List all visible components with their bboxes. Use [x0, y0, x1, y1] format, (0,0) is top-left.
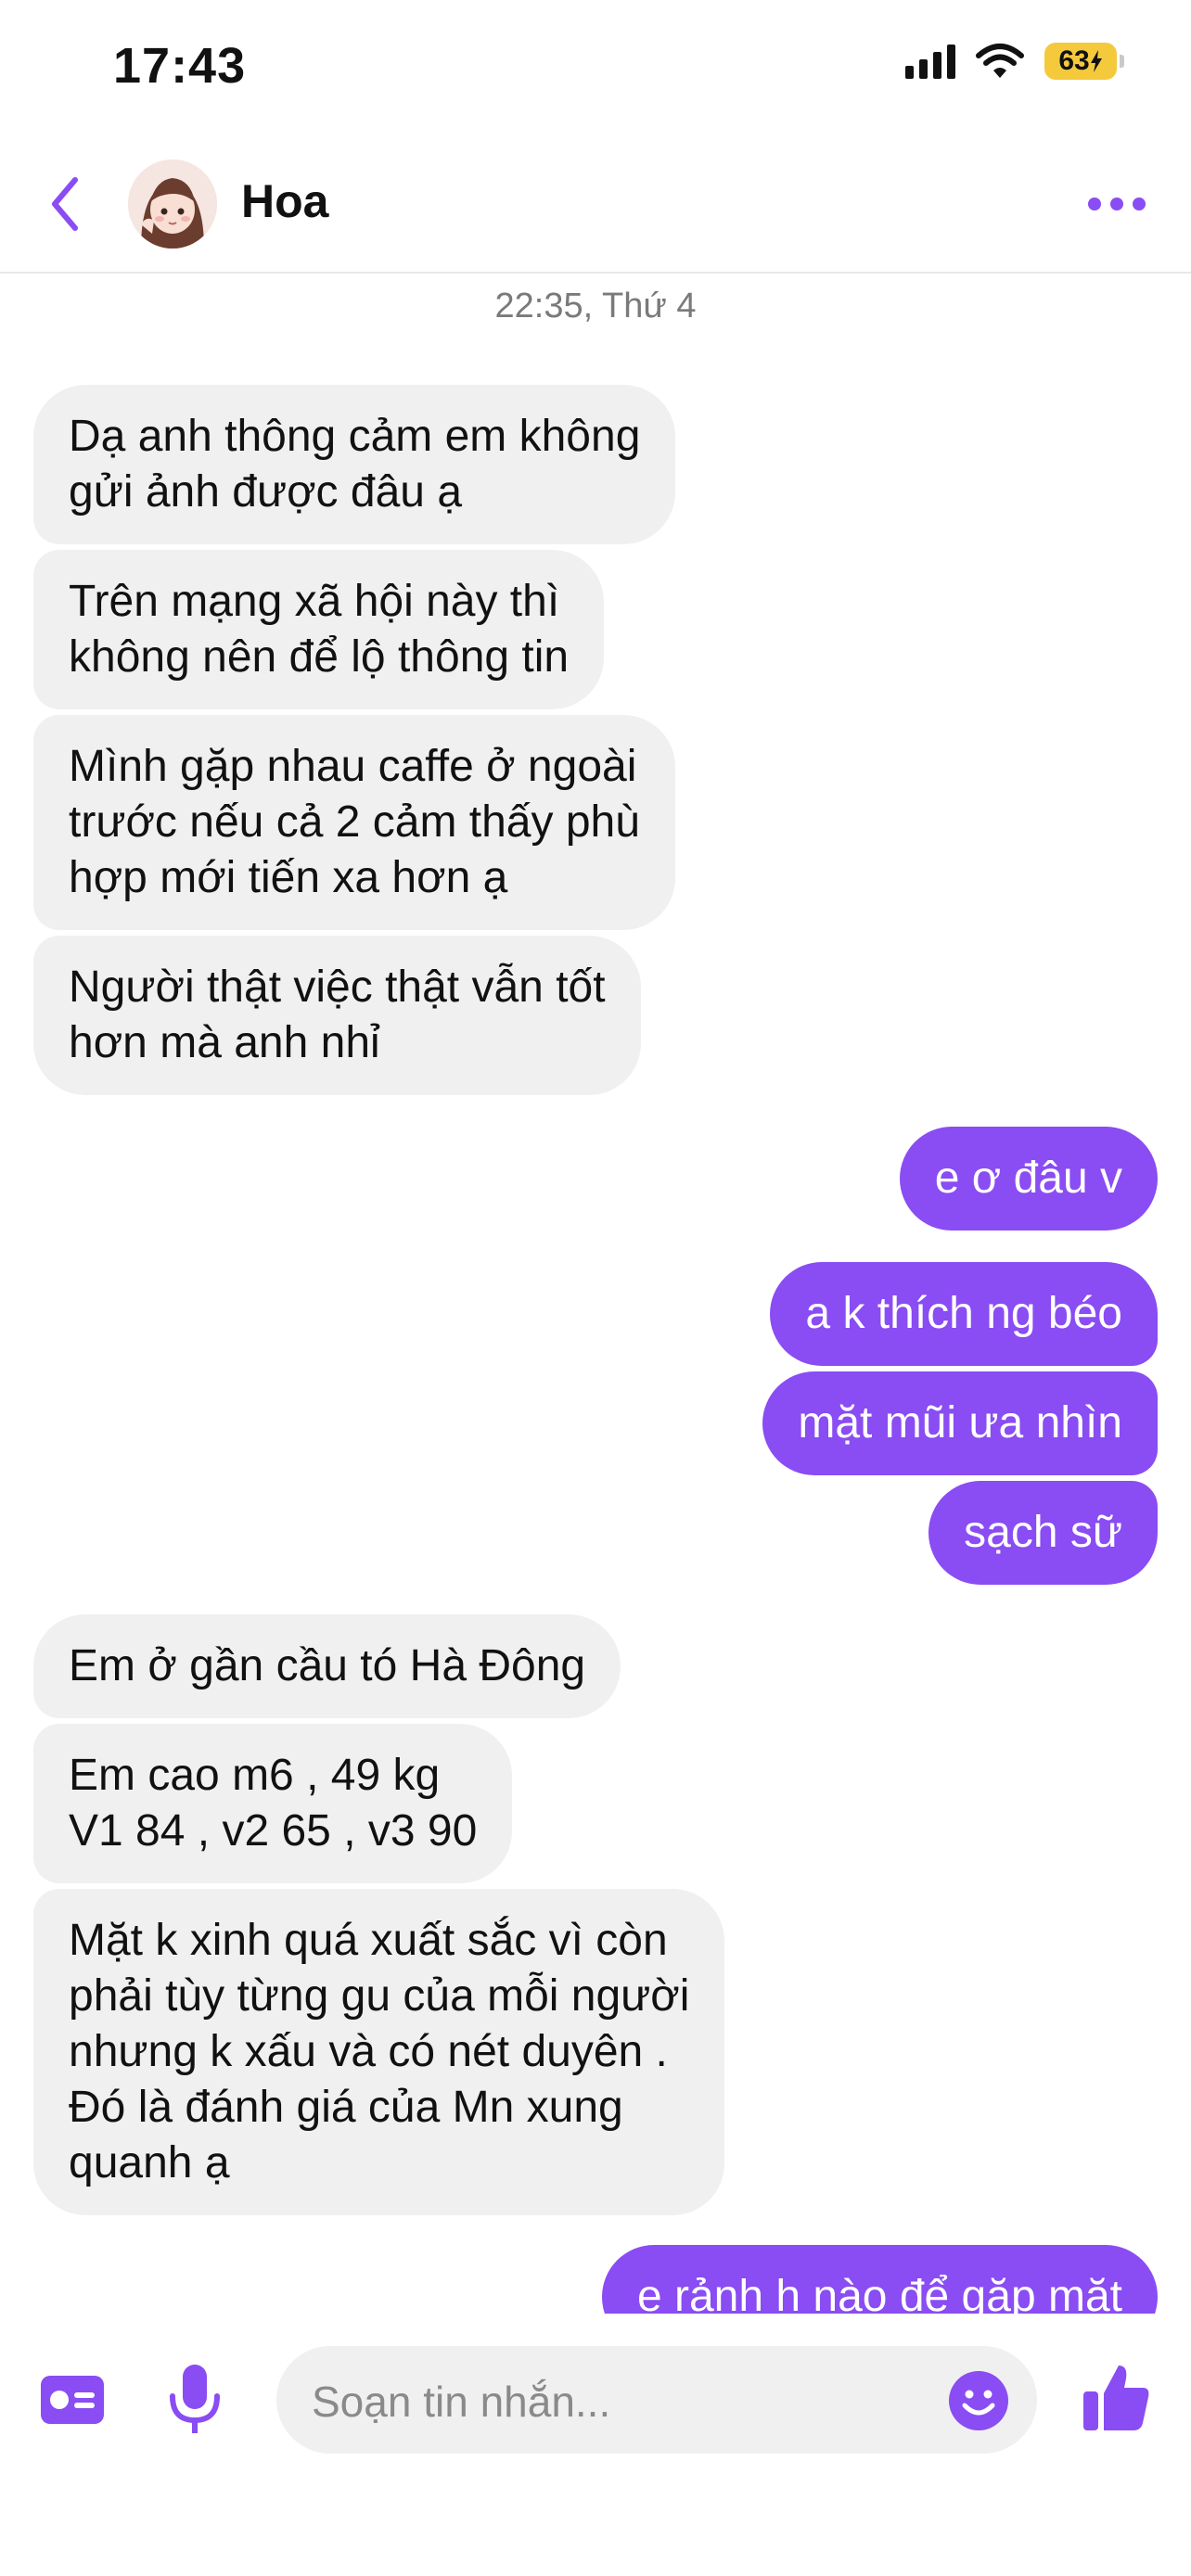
more-dot-icon [1088, 198, 1101, 210]
avatar[interactable] [128, 159, 217, 249]
outgoing-message[interactable]: mặt mũi ưa nhìn [762, 1371, 1158, 1475]
thumbs-up-icon [1083, 2366, 1149, 2430]
microphone-icon [170, 2365, 220, 2433]
thumbs-up-button[interactable] [1078, 2358, 1156, 2436]
battery-level: 63 [1058, 45, 1090, 76]
message-input-container[interactable] [276, 2346, 1037, 2454]
outgoing-message[interactable]: e ơ đâu v [899, 1127, 1158, 1231]
timestamp: 22:35, Thứ 4 [494, 287, 697, 325]
contact-name[interactable]: Hoa [241, 174, 328, 228]
outgoing-message[interactable]: a k thích ng béo [770, 1262, 1158, 1366]
outgoing-message[interactable]: e rảnh h nào để gặp mặt [601, 2245, 1158, 2314]
emoji-icon[interactable] [948, 2370, 1009, 2431]
more-dot-icon [1110, 198, 1123, 210]
message-input[interactable] [312, 2374, 924, 2429]
incoming-message[interactable]: Dạ anh thông cảm em không gửi ảnh được đ… [33, 385, 676, 544]
back-button[interactable] [37, 172, 93, 236]
status-bar: 17:43 63 [0, 0, 1191, 139]
composer-bar [0, 2314, 1191, 2576]
incoming-message[interactable]: Người thật việc thật vẫn tốt hơn mà anh … [33, 936, 641, 1095]
battery-icon: 63 [1044, 43, 1124, 80]
more-options-button[interactable] [1080, 185, 1154, 223]
message-list[interactable]: 22:35, Thứ 4 Dạ anh thông cảm em không g… [0, 275, 1191, 2314]
contact-card-button[interactable] [37, 2365, 108, 2435]
contact-card-icon [41, 2376, 104, 2424]
incoming-message[interactable]: Mặt k xinh quá xuất sắc vì còn phải tùy … [33, 1889, 725, 2215]
wifi-icon [976, 44, 1024, 78]
outgoing-message[interactable]: sạch sữ [928, 1481, 1158, 1585]
incoming-message[interactable]: Em cao m6 , 49 kg V1 84 , v2 65 , v3 90 [33, 1724, 513, 1883]
incoming-message[interactable]: Trên mạng xã hội này thì không nên để lộ… [33, 550, 605, 709]
status-time: 17:43 [113, 38, 247, 94]
more-dot-icon [1133, 198, 1146, 210]
signal-icon [905, 44, 955, 79]
chat-header: Hoa [0, 139, 1191, 274]
charging-bolt-icon [1090, 50, 1102, 72]
status-icons: 63 [905, 43, 1124, 80]
incoming-message[interactable]: Mình gặp nhau caffe ở ngoài trước nếu cả… [33, 715, 675, 930]
chevron-left-icon [52, 177, 78, 231]
avatar-illustration-icon [128, 159, 217, 249]
microphone-button[interactable] [160, 2360, 230, 2440]
incoming-message[interactable]: Em ở gần cầu tó Hà Đông [33, 1614, 621, 1718]
